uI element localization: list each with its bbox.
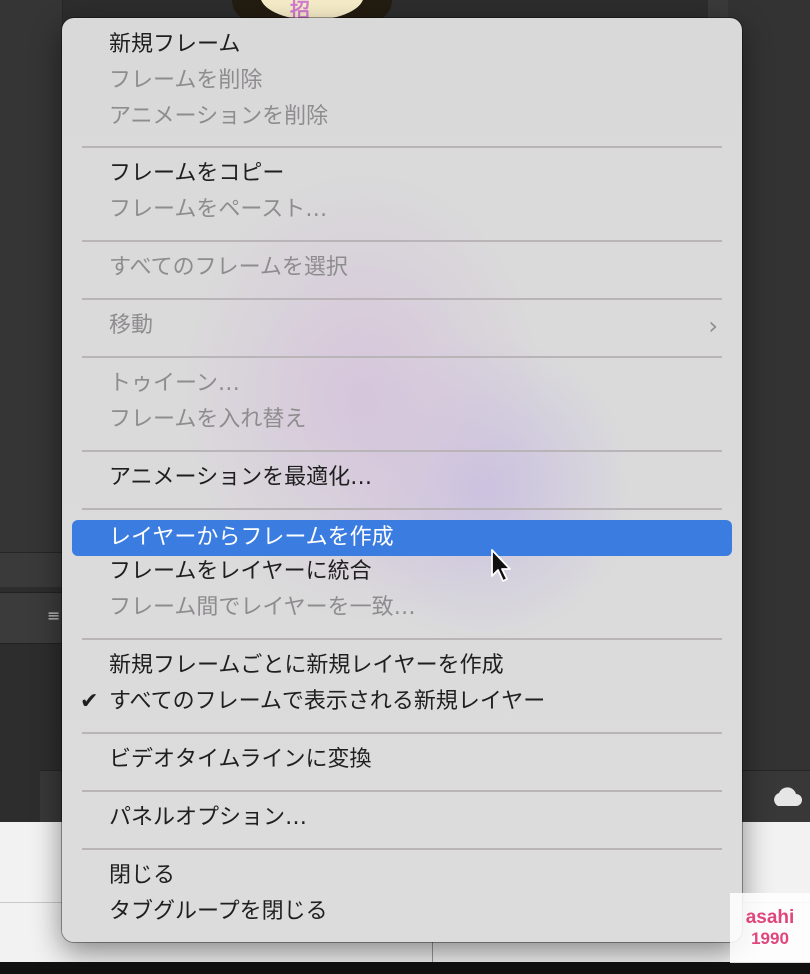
menu-separator [82,848,722,850]
chevron-right-icon: › [708,312,718,340]
menu-item-convert-to-video-timeline[interactable]: ビデオタイムラインに変換 [72,742,732,778]
menu-item-label: アニメーションを削除 [109,104,329,129]
menu-item-copy-frame[interactable]: フレームをコピー [72,156,732,192]
menu-separator [82,450,722,452]
menu-item-label: ビデオタイムラインに変換 [109,747,372,772]
watermark-line2: 1990 [751,929,789,948]
menu-item-label: フレームをペースト… [109,197,328,222]
menu-item-label: パネルオプション… [109,805,308,830]
menu-item-label: 新規フレーム [109,32,241,57]
menu-item-label: レイヤーからフレームを作成 [109,525,394,550]
menu-item-label: アニメーションを最適化… [109,465,373,490]
thumbnail-image [260,0,364,20]
frames-panel-menu: 新規フレーム フレームを削除 アニメーションを削除 フレームをコピー フレームを… [62,18,742,942]
menu-item-label: フレームをコピー [109,161,285,186]
menu-item-tween[interactable]: トゥイーン… [72,366,732,402]
watermark-line1: asahi [745,907,795,928]
menu-separator [82,638,722,640]
left-panel-strip [0,552,62,587]
menu-item-label: フレームを削除 [109,68,263,93]
menu-separator [82,146,722,148]
mouse-pointer-icon [491,549,511,582]
menu-separator [82,240,722,242]
menu-item-match-layer-across-frames[interactable]: フレーム間でレイヤーを一致… [72,590,732,626]
menu-item-new-layers-visible-in-all-frames[interactable]: ✔ すべてのフレームで表示される新規レイヤー [72,684,732,720]
menu-separator [82,508,722,510]
menu-item-label: フレームを入れ替え [109,407,307,432]
panel-menu-icon[interactable]: ≡ [47,606,60,625]
menu-separator [82,298,722,300]
menu-item-paste-frame[interactable]: フレームをペースト… [72,192,732,228]
menu-item-select-all-frames[interactable]: すべてのフレームを選択 [72,250,732,286]
watermark: asahi 1990 [730,893,810,963]
menu-item-create-new-layer-per-frame[interactable]: 新規フレームごとに新規レイヤーを作成 [72,648,732,684]
menu-item-optimize-animation[interactable]: アニメーションを最適化… [72,460,732,496]
checkmark-icon: ✔ [80,689,99,714]
menu-item-label: トゥイーン… [109,371,240,396]
left-panel [0,0,63,552]
menu-item-reverse-frames[interactable]: フレームを入れ替え [72,402,732,438]
cloud-icon[interactable] [770,786,802,808]
menu-item-move[interactable]: 移動 › [72,308,732,344]
menu-separator [82,356,722,358]
menu-item-label: フレームをレイヤーに統合 [109,559,372,584]
menu-item-close[interactable]: 閉じる [72,858,732,894]
menu-separator [82,732,722,734]
menu-item-panel-options[interactable]: パネルオプション… [72,800,732,836]
menu-item-flatten-frames-into-layers[interactable]: フレームをレイヤーに統合 [72,554,732,590]
bottom-bar [0,962,810,974]
menu-item-make-frames-from-layers[interactable]: レイヤーからフレームを作成 [72,520,732,556]
menu-item-label: すべてのフレームで表示される新規レイヤー [109,689,546,714]
menu-item-new-frame[interactable]: 新規フレーム [72,27,732,63]
menu-item-delete-animation[interactable]: アニメーションを削除 [72,99,732,135]
menu-item-label: 新規フレームごとに新規レイヤーを作成 [109,653,504,678]
menu-item-delete-frame[interactable]: フレームを削除 [72,63,732,99]
menu-separator [82,790,722,792]
menu-item-label: すべてのフレームを選択 [109,255,348,280]
menu-item-label: フレーム間でレイヤーを一致… [109,595,416,620]
menu-item-label: 移動 [109,313,154,338]
menu-item-label: タブグループを閉じる [109,899,328,924]
menu-item-close-tab-group[interactable]: タブグループを閉じる [72,894,732,930]
menu-item-label: 閉じる [109,863,176,888]
